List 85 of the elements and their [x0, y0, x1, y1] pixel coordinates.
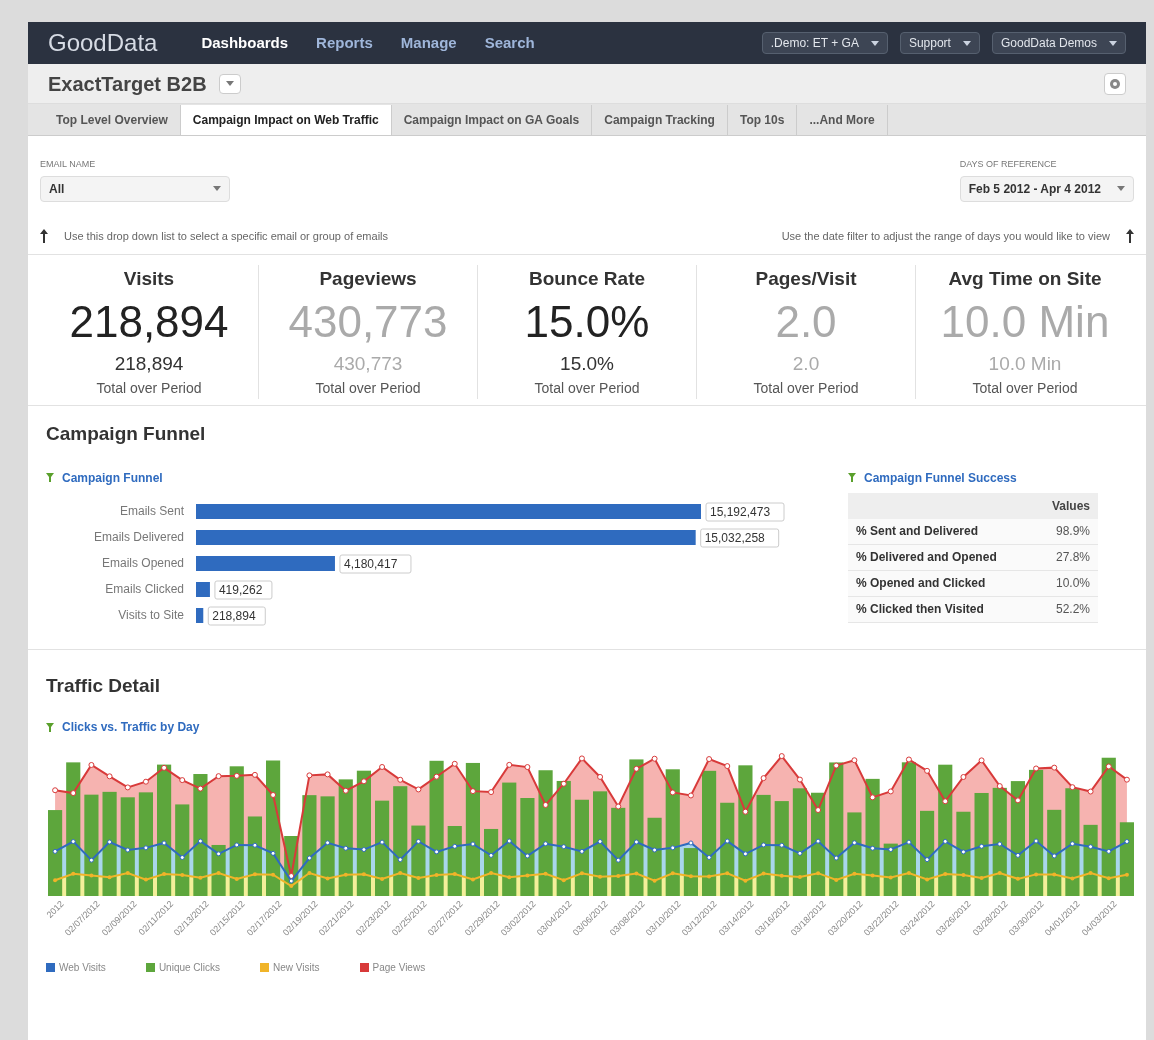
data-label: 218,894	[212, 608, 256, 623]
kpi-title: Pages/Visit	[755, 267, 857, 291]
caret-icon	[870, 40, 879, 46]
category-label: Visits to Site	[118, 607, 184, 622]
dashboard-tab[interactable]: Campaign Impact on Web Traffic	[180, 105, 392, 135]
legend-label: Page Views	[372, 961, 426, 975]
filter-dropdown[interactable]: Feb 5 2012 - Apr 4 2012	[959, 175, 1134, 202]
data-label: 419,262	[218, 582, 263, 597]
column-header: Values	[1051, 497, 1090, 515]
nav-link[interactable]: Manage	[400, 31, 457, 55]
kpi-total: 10.0 Min	[988, 351, 1062, 376]
category-label: Emails Clicked	[105, 581, 184, 596]
caret-icon	[213, 186, 221, 191]
nav-link[interactable]: Reports	[316, 31, 373, 55]
category-label: Emails Sent	[119, 503, 184, 518]
kpi-caption: Total over Period	[753, 379, 859, 398]
table-cell-text: % Clicked then Visited	[856, 601, 984, 618]
table-cell-text: 98.9%	[1055, 523, 1090, 540]
hint-text: Use this drop down list to select a specific email or group of emails	[64, 228, 389, 244]
data-label: 15,192,473	[710, 504, 771, 519]
kpi-value: 2.0	[775, 295, 837, 348]
table-cell-text: % Opened and Clicked	[856, 575, 986, 592]
kpi-total: 430,773	[333, 351, 403, 376]
settings-icon	[1109, 77, 1121, 90]
logo: GoodData	[48, 28, 158, 58]
kpi-value: 430,773	[288, 295, 448, 348]
caret-icon	[962, 40, 971, 46]
filter-label: EMAIL NAME	[40, 158, 97, 171]
kpi-title: Pageviews	[319, 267, 417, 291]
data-label: 4,180,417	[343, 556, 398, 571]
caret-icon	[1109, 40, 1117, 46]
kpi-total: 15.0%	[560, 351, 614, 376]
kpi-title: Bounce Rate	[528, 267, 646, 291]
table-cell-text: % Delivered and Opened	[856, 549, 997, 566]
value-label: 4,180,417	[339, 554, 412, 573]
kpi-caption: Total over Period	[315, 379, 421, 398]
report-title[interactable]: Campaign Funnel Success	[864, 468, 1017, 487]
kpi-caption: Total over Period	[96, 379, 202, 398]
nav-link[interactable]: Dashboards	[201, 31, 289, 55]
project-dropdown[interactable]	[218, 73, 241, 94]
bar	[196, 581, 210, 597]
table-cell-text: 52.2%	[1055, 601, 1090, 618]
kpi-title: Visits	[123, 267, 175, 291]
legend-label: Unique Clicks	[158, 961, 220, 975]
section-heading: Traffic Detail	[46, 673, 162, 698]
table-cell-text: % Sent and Delivered	[856, 523, 979, 540]
data-label: 15,032,258	[704, 530, 766, 545]
up-arrow-icon	[1126, 228, 1134, 243]
caret-icon	[225, 81, 234, 86]
nav-link[interactable]: Search	[484, 31, 535, 55]
caret-icon	[1117, 186, 1125, 191]
kpi-value: 15.0%	[524, 295, 650, 348]
hint-text: Use the date filter to adjust the range of days you would like to view	[781, 228, 1110, 244]
funnel-icon	[46, 722, 54, 732]
category-label: Emails Delivered	[93, 529, 184, 544]
funnel-icon	[46, 473, 54, 482]
report-title[interactable]: Campaign Funnel	[62, 468, 163, 487]
funnel-icon	[848, 473, 856, 482]
table-cell-text: 10.0%	[1055, 575, 1090, 592]
kpi-caption: Total over Period	[972, 379, 1078, 398]
menu-button[interactable]: Support	[899, 32, 980, 54]
project-title: ExactTarget B2B	[48, 71, 207, 97]
value-label: 419,262	[214, 580, 273, 599]
bar	[196, 607, 204, 623]
menu-button[interactable]: GoodData Demos	[991, 32, 1126, 54]
report-title[interactable]: Clicks vs. Traffic by Day	[62, 718, 200, 736]
value-label: 15,032,258	[700, 528, 780, 547]
kpi-total: 218,894	[114, 351, 184, 376]
legend-label: Web Visits	[59, 961, 106, 975]
settings-button[interactable]	[1104, 72, 1126, 95]
up-arrow-icon	[40, 228, 48, 243]
filter-dropdown[interactable]: All	[40, 175, 230, 202]
filter-label: DAYS OF REFERENCE	[959, 158, 1058, 171]
legend-label: New Visits	[273, 961, 320, 975]
kpi-total: 2.0	[792, 351, 820, 376]
kpi-value: 218,894	[69, 295, 229, 348]
kpi-caption: Total over Period	[534, 379, 640, 398]
kpi-title: Avg Time on Site	[948, 267, 1102, 291]
table-cell-text: 27.8%	[1055, 549, 1090, 566]
menu-button[interactable]: .Demo: ET + GA	[761, 32, 888, 54]
kpi-value: 10.0 Min	[940, 295, 1110, 348]
category-label: Emails Opened	[101, 555, 184, 570]
value-label: 15,192,473	[705, 502, 785, 521]
value-label: 218,894	[207, 606, 266, 625]
section-heading: Campaign Funnel	[46, 422, 207, 446]
